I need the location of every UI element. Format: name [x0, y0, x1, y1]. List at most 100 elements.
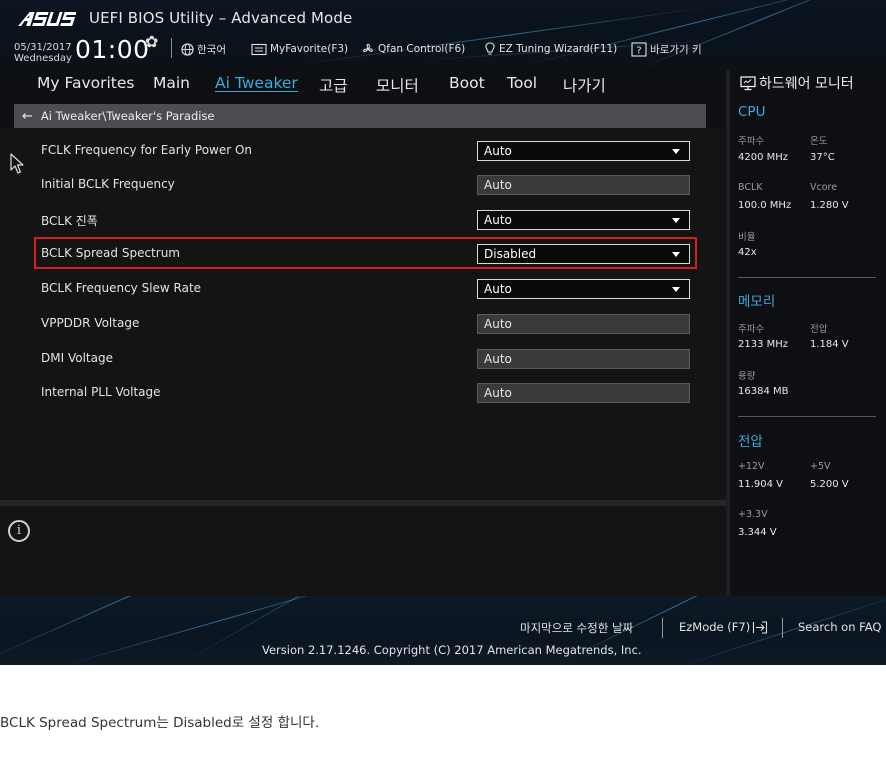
favorite-list-icon [251, 43, 267, 55]
setting-row-dmi[interactable]: DMI Voltage Auto [0, 343, 726, 373]
setting-label: Internal PLL Voltage [41, 385, 161, 399]
setting-label: VPPDDR Voltage [41, 316, 140, 330]
v5-label: +5V [810, 461, 831, 472]
tab-advanced[interactable]: 고급 [319, 74, 348, 96]
tab-tool[interactable]: Tool [507, 74, 537, 92]
vppddr-field[interactable]: Auto [477, 314, 690, 334]
header-divider [171, 38, 172, 58]
tab-my-favorites[interactable]: My Favorites [37, 74, 135, 92]
hotkeys-button[interactable]: ? 바로가기 키 [631, 41, 702, 57]
ezmode-label: EzMode (F7) [679, 620, 751, 634]
v12-label: +12V [738, 461, 765, 472]
ratio-value: 42x [738, 247, 757, 258]
myfavorite-button[interactable]: MyFavorite(F3) [251, 41, 348, 57]
footer-bar: 마지막으로 수정한 날짜 EzMode (F7) Search on FAQ V… [0, 596, 886, 665]
mem-capacity-label: 용량 [738, 371, 756, 382]
field-value: Auto [484, 386, 512, 400]
mem-freq-label: 주파수 [738, 324, 765, 335]
bios-title: UEFI BIOS Utility – Advanced Mode [89, 9, 353, 27]
language-button[interactable]: 한국어 [181, 41, 226, 57]
setting-label: BCLK Frequency Slew Rate [41, 281, 202, 295]
memory-section-title: 메모리 [738, 294, 776, 310]
qfan-button[interactable]: Qfan Control(F6) [361, 41, 465, 57]
help-info-area: i [0, 506, 726, 596]
setting-row-internal-pll[interactable]: Internal PLL Voltage Auto [0, 377, 726, 407]
bclk-amplitude-dropdown[interactable]: Auto [477, 210, 690, 230]
cpu-section-title: CPU [738, 104, 766, 120]
highlight-box [34, 237, 697, 269]
setting-row-vppddr[interactable]: VPPDDR Voltage Auto [0, 308, 726, 338]
dropdown-arrow-icon [672, 287, 680, 292]
asus-logo [18, 12, 76, 26]
tab-boot[interactable]: Boot [449, 74, 485, 92]
setting-label: DMI Voltage [41, 351, 113, 365]
setting-row-bclk-slew-rate[interactable]: BCLK Frequency Slew Rate Auto [0, 273, 726, 303]
ezmode-button[interactable]: EzMode (F7) [679, 620, 768, 634]
last-modified-button[interactable]: 마지막으로 수정한 날짜 [520, 620, 633, 636]
mem-freq-value: 2133 MHz [738, 339, 789, 350]
ratio-label: 비율 [738, 232, 756, 243]
dropdown-value: Auto [484, 213, 512, 227]
day-text: Wednesday [14, 53, 72, 64]
panel-divider [738, 277, 876, 278]
footer-divider [782, 618, 783, 638]
dmi-voltage-field[interactable]: Auto [477, 349, 690, 369]
clock-time[interactable]: 01:00 [75, 36, 150, 64]
footer-divider [662, 618, 663, 638]
setting-row-fclk[interactable]: FCLK Frequency for Early Power On Auto [0, 135, 726, 165]
field-value: Auto [484, 317, 512, 331]
setting-label: FCLK Frequency for Early Power On [41, 143, 253, 157]
v33-value: 3.344 V [738, 527, 777, 538]
header-bar: UEFI BIOS Utility – Advanced Mode 05/31/… [0, 0, 886, 70]
bclk-value: 100.0 MHz [738, 200, 792, 211]
breadcrumb[interactable]: ← Ai Tweaker\Tweaker's Paradise [14, 104, 706, 128]
mem-volt-value: 1.184 V [810, 339, 849, 350]
voltage-section-title: 전압 [738, 434, 763, 450]
panel-divider [738, 416, 876, 417]
version-text: Version 2.17.1246. Copyright (C) 2017 Am… [262, 643, 642, 657]
back-arrow-icon[interactable]: ← [22, 109, 33, 124]
mem-capacity-value: 16384 MB [738, 386, 789, 397]
cpu-freq-value: 4200 MHz [738, 152, 789, 163]
field-value: Auto [484, 178, 512, 192]
setting-label: Initial BCLK Frequency [41, 177, 175, 191]
dropdown-arrow-icon [672, 149, 680, 154]
help-box-icon: ? [631, 41, 647, 57]
dropdown-value: Auto [484, 144, 512, 158]
search-faq-button[interactable]: Search on FAQ [798, 620, 881, 634]
globe-icon [181, 42, 194, 56]
fclk-dropdown[interactable]: Auto [477, 141, 690, 161]
tab-exit[interactable]: 나가기 [563, 74, 606, 96]
hardware-monitor-panel: 하드웨어 모니터 CPU 주파수 온도 4200 MHz 37°C BCLK V… [726, 70, 886, 596]
tab-monitor[interactable]: 모니터 [376, 74, 419, 96]
dropdown-value: Auto [484, 282, 512, 296]
ez-tuning-label: EZ Tuning Wizard(F11) [499, 43, 618, 55]
bclk-slew-rate-dropdown[interactable]: Auto [477, 279, 690, 299]
cpu-temp-value: 37°C [810, 152, 835, 163]
gear-icon[interactable]: ✿ [145, 34, 158, 50]
caption-text: BCLK Spread Spectrum는 Disabled로 설정 합니다. [0, 715, 320, 731]
vcore-label: Vcore [810, 182, 838, 193]
field-value: Auto [484, 352, 512, 366]
initial-bclk-field[interactable]: Auto [477, 175, 690, 195]
tab-main[interactable]: Main [153, 74, 190, 92]
bclk-label: BCLK [738, 182, 763, 193]
qfan-label: Qfan Control(F6) [378, 43, 466, 55]
vcore-value: 1.280 V [810, 200, 849, 211]
fan-icon [363, 43, 373, 53]
v33-label: +3.3V [738, 509, 768, 520]
bios-screen: UEFI BIOS Utility – Advanced Mode 05/31/… [0, 0, 886, 665]
settings-list: FCLK Frequency for Early Power On Auto I… [0, 128, 726, 500]
ez-tuning-button[interactable]: EZ Tuning Wizard(F11) [484, 41, 617, 57]
dropdown-arrow-icon [672, 218, 680, 223]
breadcrumb-path: Ai Tweaker\Tweaker's Paradise [40, 109, 215, 123]
tab-ai-tweaker[interactable]: Ai Tweaker [215, 74, 298, 92]
setting-row-initial-bclk[interactable]: Initial BCLK Frequency Auto [0, 169, 726, 199]
setting-row-bclk-amplitude[interactable]: BCLK 진폭 Auto [0, 204, 726, 234]
internal-pll-field[interactable]: Auto [477, 383, 690, 403]
myfavorite-label: MyFavorite(F3) [270, 43, 349, 55]
hardware-monitor-title: 하드웨어 모니터 [740, 73, 854, 93]
setting-label: BCLK 진폭 [41, 214, 98, 228]
lightbulb-icon [485, 42, 495, 55]
info-icon: i [8, 520, 30, 542]
